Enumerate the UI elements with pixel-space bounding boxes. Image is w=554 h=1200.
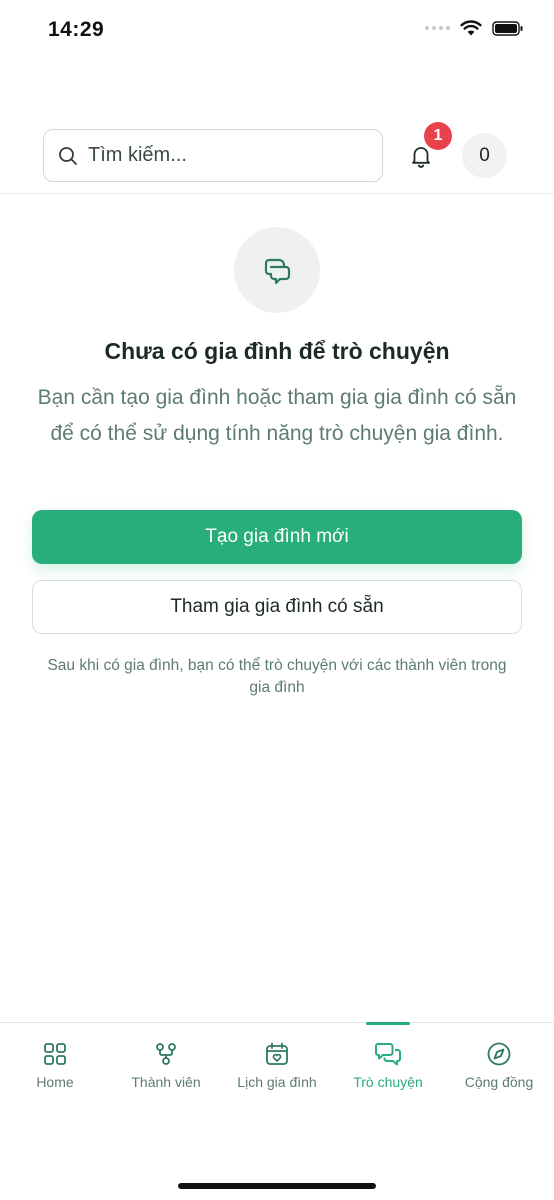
compass-icon (485, 1040, 513, 1068)
tab-chat[interactable]: Trò chuyện (333, 1040, 443, 1100)
search-input[interactable] (88, 144, 348, 167)
calendar-heart-icon (263, 1040, 291, 1068)
tab-label: Home (36, 1074, 74, 1090)
tab-family-calendar[interactable]: Lịch gia đình (222, 1040, 332, 1100)
battery-icon (492, 20, 523, 36)
notification-badge: 1 (424, 122, 452, 150)
header-divider (0, 193, 554, 194)
search-box[interactable] (43, 129, 383, 182)
empty-state-description: Bạn cần tạo gia đình hoặc tham gia gia đ… (37, 386, 517, 445)
count-button[interactable]: 0 (462, 133, 507, 178)
tab-community[interactable]: Cộng đồng (444, 1040, 554, 1100)
tab-home[interactable]: Home (0, 1040, 110, 1100)
tab-label: Cộng đồng (464, 1074, 534, 1090)
tab-members[interactable]: Thành viên (111, 1040, 221, 1100)
join-family-button[interactable]: Tham gia gia đình có sẵn (32, 580, 522, 634)
home-indicator (178, 1183, 376, 1189)
tab-label: Lịch gia đình (237, 1074, 317, 1090)
tab-label: Trò chuyện (353, 1074, 423, 1090)
members-tree-icon (152, 1040, 180, 1068)
create-family-button[interactable]: Tạo gia đình mới (32, 510, 522, 564)
status-icons (425, 20, 524, 36)
status-time: 14:29 (48, 18, 105, 41)
empty-state-title: Chưa có gia đình để trò chuyện (104, 338, 450, 364)
wifi-icon (460, 20, 482, 36)
chat-screen: 14:29 1 0 (0, 0, 554, 1200)
tab-label: Thành viên (131, 1074, 201, 1090)
empty-state-hint: Sau khi có gia đình, bạn có thể trò chuy… (47, 657, 507, 696)
chat-bubbles-icon (374, 1040, 402, 1068)
signal-icon (425, 26, 450, 30)
search-icon (59, 146, 77, 165)
chat-square-icon (264, 258, 291, 285)
empty-state-icon-circle (234, 227, 320, 313)
grid-icon (41, 1040, 69, 1068)
active-tab-indicator (366, 1022, 410, 1025)
